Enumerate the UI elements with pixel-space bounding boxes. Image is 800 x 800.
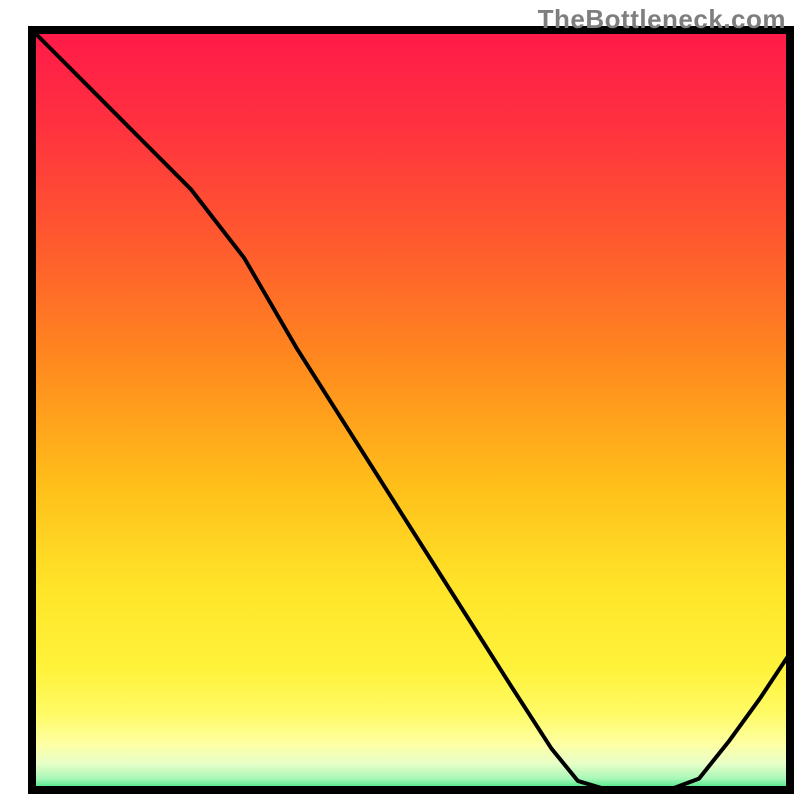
bottleneck-chart xyxy=(0,0,800,800)
chart-container: TheBottleneck.com xyxy=(0,0,800,800)
watermark-text: TheBottleneck.com xyxy=(538,4,786,35)
